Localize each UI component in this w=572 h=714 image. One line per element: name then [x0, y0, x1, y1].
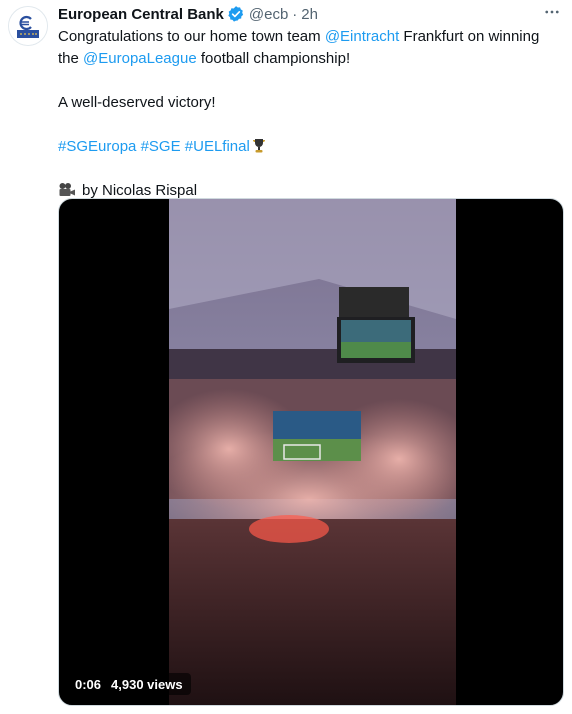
tweet-line-1: Congratulations to our home town team @E…: [58, 26, 558, 48]
tweet-line-3: A well-deserved victory!: [58, 94, 216, 111]
video-views: 4,930 views: [111, 676, 183, 692]
author-name[interactable]: European Central Bank: [58, 6, 224, 23]
more-options-icon[interactable]: [540, 2, 564, 22]
author-handle[interactable]: @ecb: [249, 6, 288, 23]
mention-eintracht[interactable]: @Eintracht: [325, 28, 399, 45]
video-timestamp: 0:06: [75, 676, 102, 692]
ecb-logo-icon: [9, 7, 47, 45]
tweet-text: Congratulations to our home town team @E…: [58, 26, 558, 202]
meta-separator: ·: [292, 5, 298, 23]
text-segment: the: [58, 50, 84, 67]
video-thumbnail: [169, 199, 456, 705]
video-frame[interactable]: [169, 199, 456, 705]
video-stats-badge: 0:06 4,930 views: [67, 673, 191, 695]
mention-europaleague[interactable]: @EuropaLeague: [83, 50, 197, 67]
avatar[interactable]: [8, 6, 48, 46]
hashtag-sgeuropa[interactable]: #SGEuropa: [58, 138, 136, 155]
trophy-emoji-icon: [252, 138, 266, 161]
tweet-time[interactable]: 2h: [301, 6, 318, 23]
hashtag-line: #SGEuropa #SGE #UELfinal: [58, 136, 558, 158]
tweet-header: European Central Bank @ecb · 2h: [58, 3, 562, 25]
text-segment: Frankfurt on winning: [399, 28, 540, 45]
hashtag-uelfinal[interactable]: #UELfinal: [185, 138, 250, 155]
text-segment: Congratulations to our home town team: [58, 28, 325, 45]
tweet-line-2: the @EuropaLeague football championship!: [58, 48, 558, 70]
text-segment: football championship!: [196, 50, 351, 67]
hashtag-sge[interactable]: #SGE: [141, 138, 181, 155]
verified-badge-icon: [227, 5, 245, 23]
video-player[interactable]: 0:06 4,930 views: [58, 198, 564, 706]
credit-text: by Nicolas Rispal: [82, 182, 198, 199]
